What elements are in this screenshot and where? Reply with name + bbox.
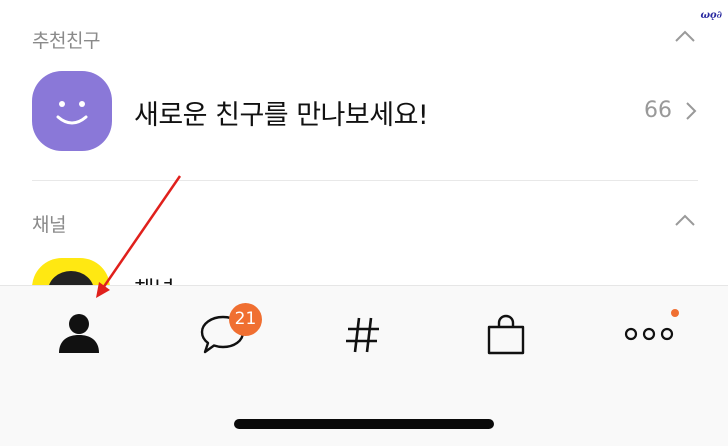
section-title: 채널: [32, 214, 66, 236]
tab-friends[interactable]: [18, 286, 138, 386]
unread-chats-badge: 21: [229, 303, 262, 336]
channel-header[interactable]: 채널: [32, 202, 698, 242]
person-icon: [59, 314, 99, 353]
tab-more[interactable]: [590, 286, 710, 386]
channel-character-icon: [48, 271, 94, 285]
home-indicator[interactable]: [234, 419, 494, 429]
channel-avatar[interactable]: [32, 258, 110, 285]
tab-shopping[interactable]: [446, 286, 566, 386]
recommended-friends-header[interactable]: 추천친구: [32, 18, 698, 58]
smiley-face-icon: [56, 101, 88, 125]
chevron-up-icon[interactable]: [674, 28, 696, 46]
shopping-bag-icon: [487, 314, 525, 355]
chevron-up-icon[interactable]: [674, 212, 696, 230]
divider: [32, 180, 698, 181]
tab-view[interactable]: [303, 286, 423, 386]
section-title: 추천친구: [32, 30, 100, 52]
channel-name: 채널: [134, 272, 174, 285]
new-notification-dot: [671, 309, 679, 317]
corner-watermark-icon: ωǫ∂: [700, 10, 722, 21]
new-friends-row[interactable]: 새로운 친구를 만나보세요! 66: [32, 71, 698, 153]
hashtag-icon: [346, 317, 379, 353]
tab-chats[interactable]: [162, 286, 282, 386]
friends-count: 66: [644, 98, 672, 123]
main-content: 추천친구 ωǫ∂ 새로운 친구를 만나보세요! 66 채널 채널: [0, 0, 728, 285]
new-friends-label: 새로운 친구를 만나보세요!: [134, 100, 429, 131]
more-dots-icon: [624, 327, 674, 341]
smiley-avatar: [32, 71, 112, 151]
chevron-right-icon: [686, 102, 697, 120]
